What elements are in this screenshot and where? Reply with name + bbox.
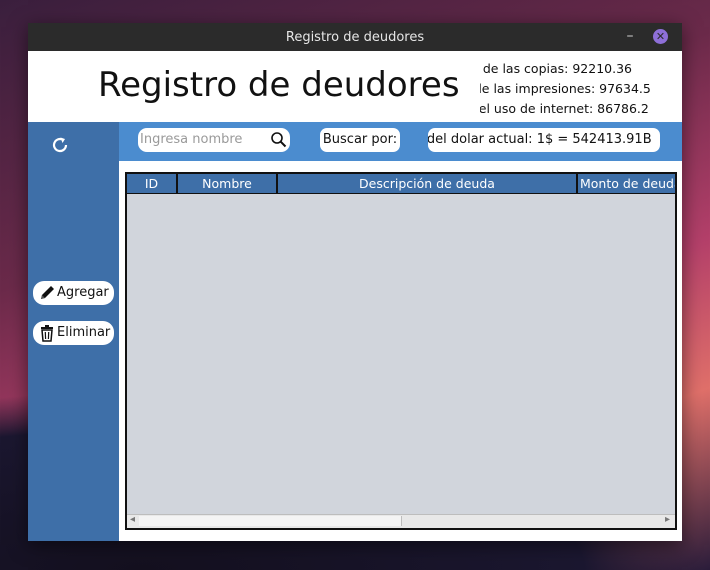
minimize-icon[interactable]: – [622,27,638,45]
add-button-label: Agregar [57,285,109,300]
price-prints: Precio de las impresiones: 97634.5 [480,81,651,96]
price-internet: Precio del uso de internet: 86786.2 [480,101,649,116]
page-title: Registro de deudores [98,65,460,105]
column-name[interactable]: Nombre [178,174,278,193]
header: Registro de deudores Precio de las copia… [28,51,682,122]
scroll-right-icon[interactable]: ▸ [665,514,670,525]
toolbar: Ingresa nombre Buscar por: Valor del dol… [119,122,682,161]
refresh-icon[interactable] [50,135,70,155]
dollar-rate-text: Valor del dolar actual: 1$ = 542413.91B [428,132,652,147]
debtors-table[interactable]: ID Nombre Descripción de deuda Monto de … [125,172,677,530]
window-title: Registro de deudores [285,30,425,45]
close-icon[interactable]: ✕ [653,29,668,44]
sidebar: Agregar Eliminar [28,122,119,541]
trash-icon [39,324,56,342]
delete-button[interactable]: Eliminar [33,321,114,345]
price-copies: Precio de las copias: 92210.36 [480,61,632,76]
title-bar[interactable]: Registro de deudores – ✕ [28,23,682,51]
dollar-rate-display: Valor del dolar actual: 1$ = 542413.91B [428,128,660,152]
search-by-button[interactable]: Buscar por: [320,128,400,152]
app-window: Registro de deudores – ✕ Registro de deu… [28,23,682,541]
search-input[interactable]: Ingresa nombre [138,128,290,152]
search-icon[interactable] [270,131,287,148]
horizontal-scrollbar[interactable]: ◂ ▸ [127,514,675,528]
pencil-icon [39,284,56,302]
search-placeholder: Ingresa nombre [140,132,243,147]
table-header: ID Nombre Descripción de deuda Monto de … [127,174,675,194]
column-amount[interactable]: Monto de deuda [578,174,675,193]
delete-button-label: Eliminar [57,325,111,340]
price-list: Precio de las copias: 92210.36 Precio de… [480,58,680,120]
column-description[interactable]: Descripción de deuda [278,174,578,193]
scroll-left-icon[interactable]: ◂ [130,514,135,525]
add-button[interactable]: Agregar [33,281,114,305]
scroll-thumb[interactable] [139,516,402,526]
column-id[interactable]: ID [127,174,178,193]
